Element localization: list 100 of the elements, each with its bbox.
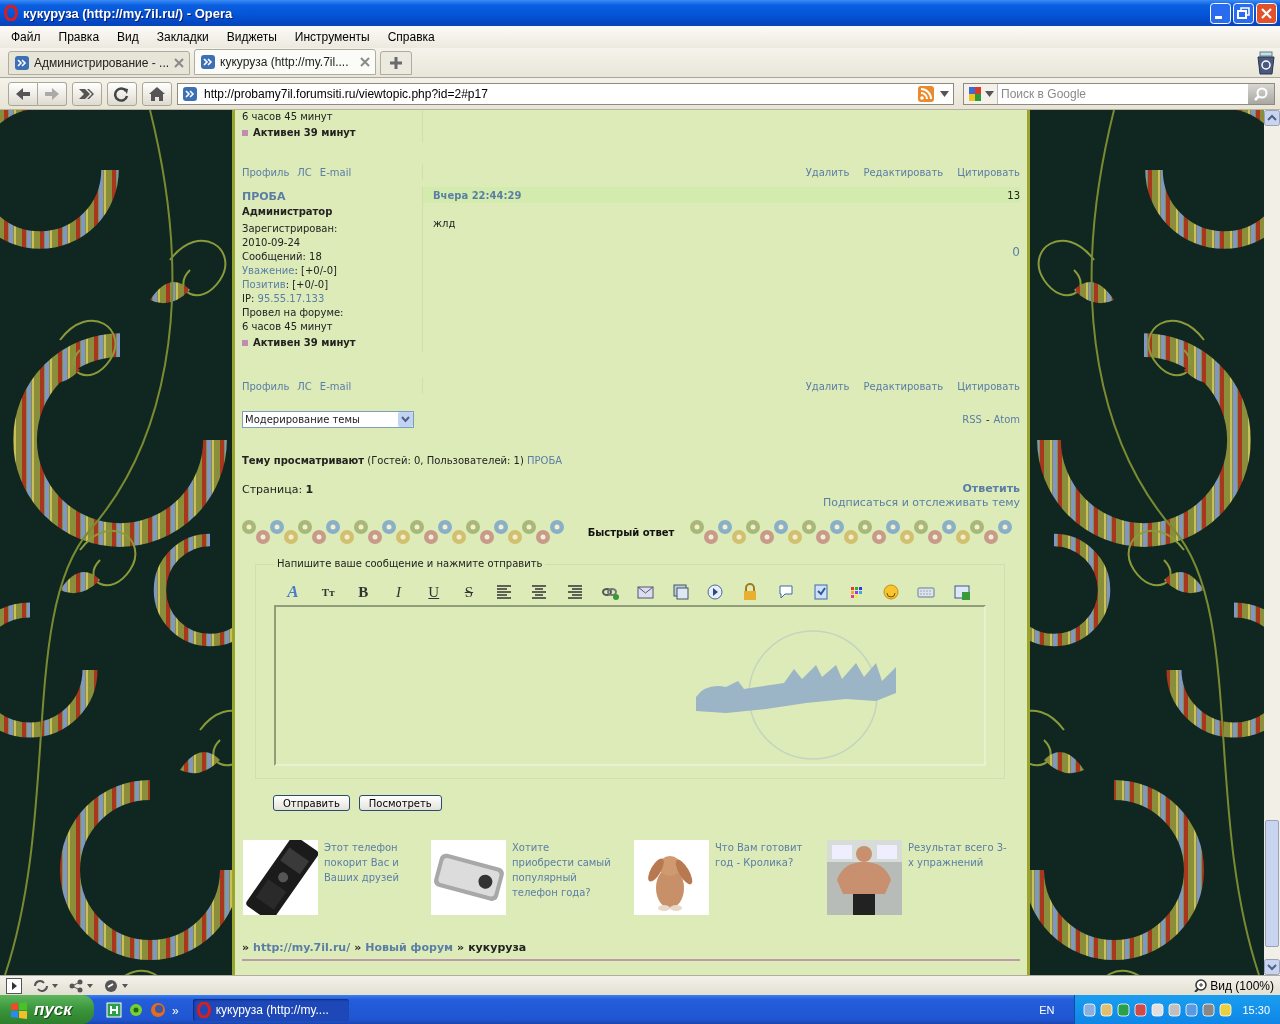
caret-icon[interactable] xyxy=(985,90,994,97)
left-icon[interactable] xyxy=(495,583,514,601)
ad-link[interactable]: Что Вам готовит год - Кролика? xyxy=(715,840,815,915)
tray-icon[interactable] xyxy=(1219,1002,1233,1017)
scroll-thumb[interactable] xyxy=(1265,820,1279,947)
video-icon[interactable] xyxy=(706,583,725,601)
new-tab-button[interactable] xyxy=(380,51,412,75)
reload-button[interactable] xyxy=(107,81,137,106)
search-engine-icon[interactable] xyxy=(967,85,983,102)
search-field[interactable]: Поиск в Google xyxy=(1001,86,1245,101)
center-icon[interactable] xyxy=(530,583,549,601)
ad-link[interactable]: Результат всего 3-х упражнений xyxy=(908,840,1008,915)
post-number[interactable]: 13 xyxy=(1007,189,1020,201)
bold-glyph[interactable]: B xyxy=(352,583,375,601)
post-date[interactable]: Вчера 22:44:29 xyxy=(433,189,522,201)
user-link[interactable]: E-mail xyxy=(319,166,352,178)
ad-link[interactable]: Этот телефон покорит Вас и Ваших друзей xyxy=(324,840,424,915)
back-button[interactable] xyxy=(8,81,38,106)
feed-link[interactable]: RSS xyxy=(962,414,982,425)
menu-item[interactable]: Виджеты xyxy=(217,30,286,44)
start-button[interactable]: пуск xyxy=(0,995,94,1024)
user-link[interactable]: ЛС xyxy=(297,166,312,178)
email-icon[interactable] xyxy=(635,583,654,601)
address-field[interactable]: http://probamy7il.forumsiti.ru/viewtopic.php?id=2#p17 xyxy=(177,82,954,105)
subscribe-link[interactable]: Подписаться и отслеживать тему xyxy=(822,495,1020,510)
author-link[interactable]: ПРОБА xyxy=(242,189,422,204)
grid-app-icon[interactable] xyxy=(106,1001,122,1018)
user-link[interactable]: Профиль xyxy=(242,380,290,392)
form-button[interactable]: Посмотреть xyxy=(358,795,442,811)
zoom-control[interactable]: Вид (100%) xyxy=(1194,978,1274,993)
minimize-button[interactable] xyxy=(1210,2,1231,24)
breadcrumb-link[interactable]: http://my.7il.ru/ xyxy=(253,941,351,954)
user-link[interactable]: ЛС xyxy=(297,380,312,392)
moderation-select[interactable]: Модерирование темы xyxy=(242,411,414,428)
post-action-link[interactable]: Цитировать xyxy=(957,166,1020,178)
quote-icon[interactable] xyxy=(776,583,795,601)
scroll-up-icon[interactable] xyxy=(1264,110,1280,126)
menu-item[interactable]: Инструменты xyxy=(285,30,379,44)
tray-icon[interactable] xyxy=(1083,1002,1097,1017)
rss-icon[interactable] xyxy=(918,85,934,102)
post-action-link[interactable]: Удалить xyxy=(805,166,850,178)
browser-tab[interactable]: Администрирование - ... xyxy=(8,51,190,75)
image-icon[interactable] xyxy=(671,583,690,601)
post-action-link[interactable]: Редактировать xyxy=(863,166,944,178)
strike-glyph[interactable]: S xyxy=(457,583,480,601)
post-rating[interactable]: 0 xyxy=(433,245,1020,259)
sync-icon[interactable] xyxy=(32,978,58,993)
scroll-down-icon[interactable] xyxy=(1264,959,1280,975)
language-indicator[interactable]: EN xyxy=(1039,1003,1055,1016)
tray-icon[interactable] xyxy=(1117,1002,1131,1017)
profile-link[interactable]: 95.55.17.133 xyxy=(257,293,325,304)
search-icon[interactable] xyxy=(1254,86,1268,101)
panel-toggle-icon[interactable] xyxy=(6,977,22,994)
spoiler-icon[interactable] xyxy=(811,583,830,601)
close-icon[interactable] xyxy=(360,57,370,67)
menu-item[interactable]: Вид xyxy=(108,30,148,44)
user-link[interactable]: Профиль xyxy=(242,166,290,178)
taskbar-button[interactable]: кукуруза (http://my.... xyxy=(192,998,349,1021)
feed-link[interactable]: Atom xyxy=(993,414,1020,425)
profile-link[interactable]: Позитив xyxy=(242,279,286,290)
network-icon[interactable] xyxy=(68,978,94,993)
post-action-link[interactable]: Удалить xyxy=(805,380,850,392)
post-action-link[interactable]: Цитировать xyxy=(957,380,1020,392)
user-link[interactable]: E-mail xyxy=(319,380,352,392)
menu-item[interactable]: Правка xyxy=(49,30,109,44)
menu-item[interactable]: Файл xyxy=(2,30,50,44)
font-glyph[interactable]: A xyxy=(282,583,304,601)
flower-icon[interactable] xyxy=(128,1001,144,1018)
tray-icon[interactable] xyxy=(1202,1002,1216,1017)
smile-icon[interactable] xyxy=(882,583,901,601)
tray-icon[interactable] xyxy=(1168,1002,1182,1017)
ad-link[interactable]: Хотите приобрести самый популярный телефон года? xyxy=(512,840,612,915)
menu-item[interactable]: Закладки xyxy=(147,30,218,44)
breadcrumb-link[interactable]: Новый форум xyxy=(365,941,454,954)
size-glyph[interactable]: Tт xyxy=(317,583,340,601)
close-button[interactable] xyxy=(1256,2,1277,24)
user-link[interactable]: ПРОБА xyxy=(527,455,563,466)
post-action-link[interactable]: Редактировать xyxy=(863,380,944,392)
restore-button[interactable] xyxy=(1233,2,1254,24)
italic-glyph[interactable]: I xyxy=(387,583,410,601)
reply-link[interactable]: Ответить xyxy=(962,482,1020,495)
tray-icon[interactable] xyxy=(1185,1002,1199,1017)
caret-icon[interactable] xyxy=(940,90,949,97)
browser-tab[interactable]: кукуруза (http://my.7il.... xyxy=(194,49,376,75)
gauge-icon[interactable] xyxy=(104,978,130,993)
underline-glyph[interactable]: U xyxy=(422,583,445,601)
tray-icon[interactable] xyxy=(1100,1002,1114,1017)
message-field[interactable] xyxy=(274,605,986,766)
fast-forward-button[interactable] xyxy=(72,81,102,106)
more-button[interactable]: » xyxy=(172,1004,179,1018)
scrollbar[interactable] xyxy=(1264,110,1280,975)
tray-icon[interactable] xyxy=(1151,1002,1165,1017)
right-icon[interactable] xyxy=(565,583,584,601)
close-icon[interactable] xyxy=(174,58,184,68)
home-button[interactable] xyxy=(142,81,172,106)
search-bar[interactable]: Поиск в Google xyxy=(963,82,1275,105)
table-icon[interactable] xyxy=(952,583,971,601)
form-button[interactable]: Отправить xyxy=(273,795,350,811)
menu-item[interactable]: Справка xyxy=(378,30,444,44)
tray-icon[interactable] xyxy=(1134,1002,1148,1017)
